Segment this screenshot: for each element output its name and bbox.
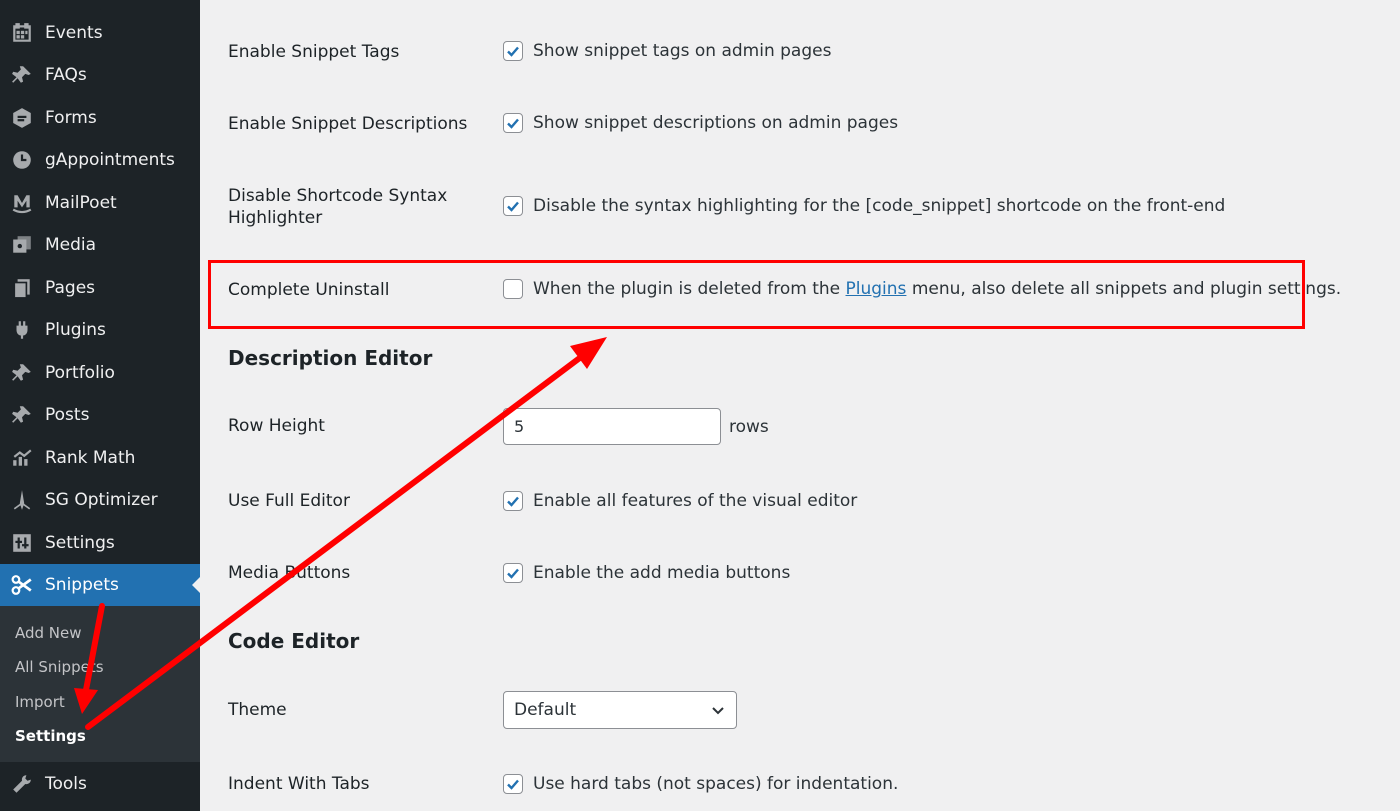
sidebar-item-label: Posts	[45, 405, 90, 425]
sidebar-item-label: Tools	[45, 774, 87, 794]
sidebar-item-rank-math[interactable]: Rank Math	[0, 437, 200, 479]
sg-optimizer-icon	[10, 488, 34, 512]
tags-checkbox[interactable]	[503, 41, 523, 61]
theme-select-value: Default	[514, 700, 577, 720]
calendar-icon	[10, 21, 34, 45]
checkmark-icon	[507, 201, 519, 212]
sidebar-item-label: Portfolio	[45, 363, 115, 383]
setting-label: Media Buttons	[228, 563, 351, 583]
row-height-input[interactable]: 5	[503, 408, 721, 445]
setting-label: Theme	[228, 700, 287, 720]
submenu-settings[interactable]: Settings	[15, 727, 86, 745]
setting-description: Show snippet tags on admin pages	[533, 41, 832, 61]
sidebar-item-portfolio[interactable]: Portfolio	[0, 352, 200, 394]
sidebar-item-faqs[interactable]: FAQs	[0, 54, 200, 96]
pin-icon	[10, 403, 34, 427]
sidebar-item-gappointments[interactable]: gAppointments	[0, 139, 200, 181]
submenu-all-snippets[interactable]: All Snippets	[15, 658, 104, 676]
setting-field-theme: Default	[503, 691, 737, 729]
settings-icon	[10, 531, 34, 555]
checkmark-icon	[507, 496, 519, 507]
setting-label: Disable Shortcode Syntax Highlighter	[228, 185, 447, 229]
theme-select[interactable]: Default	[503, 691, 737, 729]
sidebar-item-tools[interactable]: Tools	[0, 763, 200, 805]
sidebar-item-label: Rank Math	[45, 448, 136, 468]
sidebar-item-events[interactable]: Events	[0, 12, 200, 54]
sidebar-item-label: Pages	[45, 278, 96, 298]
sidebar-item-label: MailPoet	[45, 193, 117, 213]
full-editor-checkbox[interactable]	[503, 491, 523, 511]
sidebar-item-posts[interactable]: Posts	[0, 394, 200, 436]
setting-field-row-height: 5 rows	[503, 408, 769, 445]
sidebar-item-pages[interactable]: Pages	[0, 267, 200, 309]
rankmath-icon	[10, 446, 34, 470]
descriptions-checkbox[interactable]	[503, 113, 523, 133]
forms-icon	[10, 106, 34, 130]
submenu-import[interactable]: Import	[15, 693, 65, 711]
checkmark-icon	[507, 568, 519, 579]
section-title: Code Editor	[228, 629, 360, 653]
checkmark-icon	[507, 46, 519, 57]
setting-label: Use Full Editor	[228, 491, 350, 511]
setting-field-tags: Show snippet tags on admin pages	[503, 41, 831, 61]
pages-icon	[10, 276, 34, 300]
snippets-submenu: Add New All Snippets Import Settings	[0, 606, 200, 762]
setting-label-line: Highlighter	[228, 208, 323, 228]
setting-description: Enable the add media buttons	[533, 563, 791, 583]
checkmark-icon	[507, 779, 519, 790]
setting-label: Enable Snippet Tags	[228, 42, 400, 62]
settings-main: Enable Snippet Tags Show snippet tags on…	[200, 0, 1400, 811]
setting-label-line: Disable Shortcode Syntax	[228, 186, 448, 206]
section-title: Description Editor	[228, 346, 433, 370]
sidebar-item-label: Plugins	[45, 320, 106, 340]
shortcode-highlighter-checkbox[interactable]	[503, 196, 523, 216]
sidebar-item-mailpoet[interactable]: MailPoet	[0, 182, 200, 224]
sidebar-item-label: SG Optimizer	[45, 490, 158, 510]
sidebar-item-label: FAQs	[45, 65, 87, 85]
setting-label: Indent With Tabs	[228, 774, 370, 794]
setting-field-descriptions: Show snippet descriptions on admin pages	[503, 113, 898, 133]
setting-description: Disable the syntax highlighting for the …	[533, 196, 1226, 216]
sidebar-item-label: Settings	[45, 533, 115, 553]
plugins-icon	[10, 318, 34, 342]
sidebar-item-label: Events	[45, 23, 103, 43]
chevron-down-icon	[712, 707, 724, 715]
sidebar-item-plugins[interactable]: Plugins	[0, 309, 200, 351]
sidebar-item-sg-optimizer[interactable]: SG Optimizer	[0, 479, 200, 521]
wrench-icon	[10, 772, 34, 796]
annotation-highlight-box	[208, 260, 1305, 329]
admin-sidebar: Events FAQs Forms gAppointments MailPoet…	[0, 0, 200, 811]
setting-description: Use hard tabs (not spaces) for indentati…	[533, 774, 899, 794]
sidebar-item-label: Snippets	[45, 575, 119, 595]
setting-label: Row Height	[228, 416, 325, 436]
indent-tabs-checkbox[interactable]	[503, 774, 523, 794]
row-height-unit: rows	[729, 416, 769, 437]
setting-field-full-editor: Enable all features of the visual editor	[503, 491, 857, 511]
clock-icon	[10, 148, 34, 172]
pin-icon	[10, 63, 34, 87]
checkmark-icon	[507, 118, 519, 129]
sidebar-item-label: Media	[45, 235, 97, 255]
setting-field-shortcode: Disable the syntax highlighting for the …	[503, 196, 1225, 216]
submenu-add-new[interactable]: Add New	[15, 624, 82, 642]
media-icon	[10, 233, 34, 257]
setting-field-indent: Use hard tabs (not spaces) for indentati…	[503, 774, 898, 794]
setting-description: Enable all features of the visual editor	[533, 491, 858, 511]
sidebar-item-label: Forms	[45, 108, 97, 128]
sidebar-item-settings[interactable]: Settings	[0, 522, 200, 564]
media-buttons-checkbox[interactable]	[503, 563, 523, 583]
sidebar-item-media[interactable]: Media	[0, 224, 200, 266]
setting-description: Show snippet descriptions on admin pages	[533, 113, 899, 133]
mailpoet-icon	[10, 191, 34, 215]
setting-field-media-buttons: Enable the add media buttons	[503, 563, 790, 583]
sidebar-item-snippets[interactable]: Snippets	[0, 564, 200, 606]
pin-icon	[10, 361, 34, 385]
scissors-icon	[10, 573, 34, 597]
setting-label: Enable Snippet Descriptions	[228, 114, 468, 134]
sidebar-item-label: gAppointments	[45, 150, 175, 170]
sidebar-item-forms[interactable]: Forms	[0, 97, 200, 139]
